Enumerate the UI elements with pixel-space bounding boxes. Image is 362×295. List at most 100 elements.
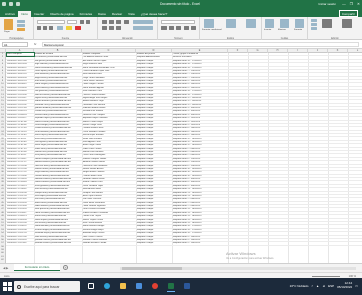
sign-in-link[interactable]: Iniciar sesión (318, 2, 336, 6)
font-family-select[interactable] (37, 20, 65, 24)
fx-icon[interactable]: fx (34, 42, 36, 46)
fill-icon[interactable] (311, 23, 317, 26)
minimize-button[interactable]: — (342, 2, 346, 6)
zoom-slider[interactable] (312, 275, 340, 277)
watermark-subtitle: Ve a Configuración para activar Windows. (226, 256, 275, 260)
align-bottom-icon[interactable] (116, 20, 121, 24)
window-title: Documento sin título - Excel (160, 2, 200, 6)
grow-font-icon[interactable] (80, 20, 84, 24)
conditional-format-icon[interactable] (204, 19, 214, 28)
insert-cells-icon[interactable] (265, 19, 274, 28)
search-icon (17, 284, 21, 289)
decrease-decimal-icon[interactable] (191, 26, 196, 30)
font-size-select[interactable] (67, 20, 77, 24)
align-middle-icon[interactable] (109, 20, 114, 24)
ribbon-tabs: Archivo Inicio Insertar Diseño de página… (0, 9, 362, 17)
weather-widget[interactable]: 16°C Nublado (290, 284, 309, 288)
borders-icon[interactable] (57, 26, 63, 30)
cell-styles-icon[interactable] (246, 19, 256, 28)
wrap-text-button[interactable] (133, 20, 153, 24)
shrink-font-icon[interactable] (86, 20, 90, 24)
paste-icon[interactable] (4, 19, 13, 30)
font-color-icon[interactable] (75, 26, 81, 30)
name-box[interactable]: A1 (2, 42, 28, 47)
sort-filter-icon[interactable] (322, 19, 332, 28)
clock[interactable]: 12:44 05/10/2022 (337, 281, 353, 289)
undo-icon[interactable] (9, 2, 13, 6)
logo-quadrant (3, 282, 7, 286)
save-icon[interactable] (2, 2, 6, 6)
windows-start-icon[interactable] (3, 282, 12, 291)
chevron-up-icon[interactable]: ˄ (311, 284, 313, 288)
format-table-icon[interactable] (226, 19, 236, 28)
table-cell[interactable]: Temporal Ruta 9 - 15052025 (173, 242, 228, 245)
italic-icon[interactable] (43, 26, 47, 30)
align-left-icon[interactable] (102, 26, 107, 30)
table-cell[interactable]: 12/09/2022 14:23:42 (7, 242, 34, 245)
merge-center-button[interactable] (133, 26, 153, 30)
edge-icon[interactable] (102, 281, 112, 292)
paste-label: Pegar (4, 31, 10, 33)
cut-icon[interactable] (17, 20, 25, 23)
table-cell[interactable]: Temporal Campo (137, 242, 172, 245)
delete-label: Eliminar (278, 29, 286, 31)
insert-label: Insertar (264, 29, 272, 31)
number-format-select[interactable] (161, 20, 195, 24)
add-sheet-button[interactable]: + (63, 265, 68, 270)
group-cells: Insertar Eliminar Formato Celdas (262, 17, 308, 40)
cond-format-label: Formato condicional (202, 29, 222, 31)
title-bar: Documento sin título - Excel Iniciar ses… (0, 0, 362, 9)
align-top-icon[interactable] (102, 20, 107, 24)
align-center-icon[interactable] (109, 26, 114, 30)
restore-button[interactable]: ❐ (350, 2, 353, 6)
store-icon[interactable] (134, 281, 144, 292)
network-icon[interactable]: ▲ (316, 284, 319, 288)
share-button[interactable]: Compartir (338, 10, 358, 17)
volume-icon[interactable]: ◄ (322, 284, 325, 288)
increase-decimal-icon[interactable] (184, 26, 189, 30)
comma-style-icon[interactable] (176, 26, 181, 30)
group-styles: Formato condicional Estilos (200, 17, 262, 40)
spreadsheet-grid[interactable]: ABCDEFGHIJKLMNOPQRS 1Marca temporalNombr… (0, 49, 362, 263)
table-cell[interactable]: Yolanda Rosales Pineda (83, 242, 136, 245)
close-button[interactable]: ✕ (357, 2, 360, 6)
currency-icon[interactable] (161, 26, 167, 30)
excel-taskbar-icon[interactable] (166, 281, 176, 292)
sheet-nav-arrows[interactable]: ◀ ▶ (3, 266, 8, 270)
clock-date: 05/10/2022 (337, 284, 353, 289)
autosum-icon[interactable] (311, 19, 317, 22)
edge-glyph (104, 283, 110, 289)
redo-icon[interactable] (16, 2, 20, 6)
delete-cells-icon[interactable] (280, 19, 289, 28)
chrome-icon[interactable] (150, 281, 160, 292)
activate-windows-watermark: Activar Windows Ve a Configuración para … (226, 251, 274, 260)
sheet-tab[interactable]: Formulario sin título (14, 264, 60, 271)
underline-icon[interactable] (49, 26, 53, 30)
word-icon[interactable] (182, 281, 192, 292)
language-indicator[interactable]: ESP (328, 284, 334, 288)
format-label: Formato (294, 29, 303, 31)
formula-input[interactable]: Marca temporal (42, 42, 359, 47)
scrollbar-thumb[interactable] (122, 267, 182, 270)
format-painter-icon[interactable] (17, 28, 25, 31)
fill-color-icon[interactable] (66, 26, 72, 30)
store-glyph (136, 283, 142, 289)
bold-icon[interactable] (37, 26, 41, 30)
file-explorer-icon[interactable] (118, 281, 128, 292)
chrome-glyph (152, 283, 158, 289)
group-font: Fuente (34, 17, 98, 40)
excel-glyph (168, 283, 174, 289)
orientation-icon[interactable] (124, 20, 129, 24)
horizontal-scrollbar[interactable] (120, 267, 356, 270)
clear-icon[interactable] (311, 27, 317, 30)
taskbar-search[interactable]: Escribe aquí para buscar (14, 281, 80, 292)
task-view-icon[interactable] (86, 281, 96, 292)
copy-icon[interactable] (17, 24, 25, 27)
table-cell[interactable]: yolanda.rosales@universidad.edu.mx (35, 242, 82, 245)
folder-glyph (120, 283, 126, 289)
notifications-icon[interactable]: ▭ (355, 284, 358, 288)
align-right-icon[interactable] (116, 26, 121, 30)
format-cells-icon[interactable] (295, 19, 304, 28)
find-select-icon[interactable] (342, 19, 352, 28)
percent-icon[interactable] (169, 26, 174, 30)
